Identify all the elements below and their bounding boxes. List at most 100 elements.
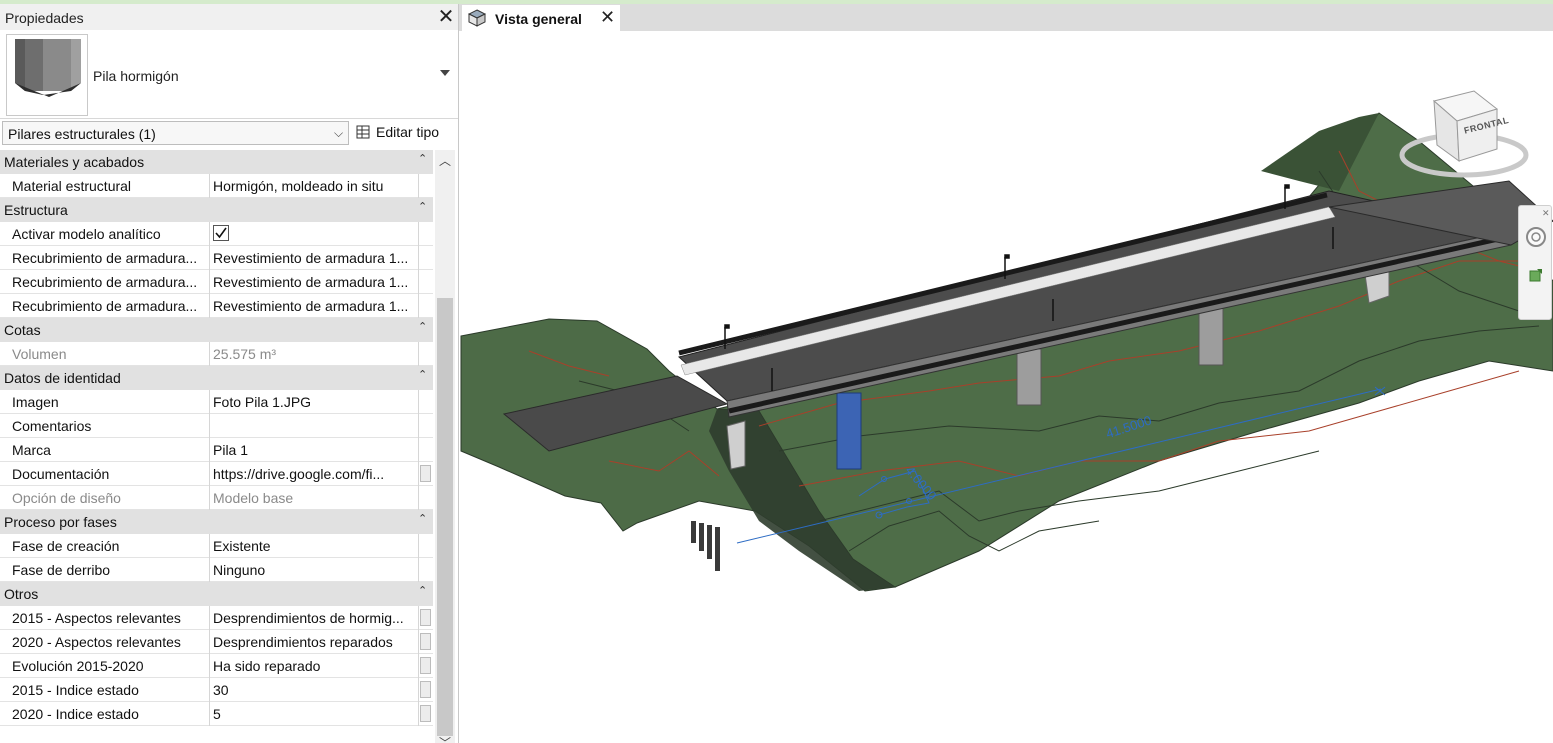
ellipsis-button[interactable]	[420, 705, 431, 722]
property-value[interactable]: 5	[213, 706, 418, 722]
ellipsis-button[interactable]	[420, 633, 431, 650]
type-dropdown-arrow-icon[interactable]	[440, 70, 450, 76]
collapse-icon[interactable]: ⌃	[418, 512, 427, 525]
property-row[interactable]: Recubrimiento de armadura... Revestimient…	[0, 270, 433, 294]
column-divider	[209, 294, 210, 318]
property-value[interactable]: 25.575 m³	[213, 346, 418, 362]
property-value[interactable]: Revestimiento de armadura 1...	[213, 274, 418, 290]
property-value[interactable]: Foto Pila 1.JPG	[213, 394, 418, 410]
property-value[interactable]: Pila 1	[213, 442, 418, 458]
section-title: Estructura	[4, 202, 68, 218]
property-row[interactable]: Volumen 25.575 m³	[0, 342, 433, 366]
property-value[interactable]: Hormigón, moldeado in situ	[213, 178, 418, 194]
property-row[interactable]: Fase de derribo Ninguno	[0, 558, 433, 582]
ellipsis-button[interactable]	[420, 465, 431, 482]
collapse-icon[interactable]: ⌃	[418, 200, 427, 213]
property-value[interactable]: Ha sido reparado	[213, 658, 418, 674]
property-row[interactable]: Marca Pila 1	[0, 438, 433, 462]
property-name: Imagen	[12, 394, 59, 410]
ellipsis-button[interactable]	[420, 609, 431, 626]
section-header[interactable]: Cotas ⌃	[0, 318, 433, 342]
properties-scrollbar[interactable]: ︿ ﹀	[435, 150, 455, 743]
property-name: Documentación	[12, 466, 110, 482]
property-row[interactable]: 2015 - Aspectos relevantes Desprendimient…	[0, 606, 433, 630]
scroll-up-icon[interactable]: ︿	[439, 152, 451, 169]
column-divider	[209, 174, 210, 198]
property-value[interactable]: Desprendimientos reparados	[213, 634, 418, 650]
property-row[interactable]: Recubrimiento de armadura... Revestimient…	[0, 246, 433, 270]
selected-pier	[836, 392, 862, 470]
property-row[interactable]: Material estructural Hormigón, moldeado i…	[0, 174, 433, 198]
column-divider	[209, 606, 210, 630]
property-row[interactable]: Evolución 2015-2020 Ha sido reparado	[0, 654, 433, 678]
property-row[interactable]: Activar modelo analítico	[0, 222, 433, 246]
bridge-3d-model[interactable]	[459, 31, 1553, 743]
close-properties-icon[interactable]: ✕	[436, 7, 456, 27]
ellipsis-button[interactable]	[420, 657, 431, 674]
property-row[interactable]: 2020 - Indice estado 5	[0, 702, 433, 726]
property-row[interactable]: Documentación https://drive.google.com/fi…	[0, 462, 433, 486]
property-value[interactable]: Ninguno	[213, 562, 418, 578]
3d-view-canvas[interactable]: 41.5000 4.0000 FRONTAL ✕	[459, 31, 1553, 743]
property-name: 2015 - Indice estado	[12, 682, 139, 698]
property-row[interactable]: 2020 - Aspectos relevantes Desprendimient…	[0, 630, 433, 654]
tab-vista-general[interactable]: Vista general ✕	[462, 5, 620, 31]
collapse-icon[interactable]: ⌃	[418, 584, 427, 597]
property-row[interactable]: 2015 - Indice estado 30	[0, 678, 433, 702]
pan-icon[interactable]	[1529, 268, 1543, 282]
collapse-icon[interactable]: ⌃	[418, 152, 427, 165]
property-name: Recubrimiento de armadura...	[12, 298, 198, 314]
section-header[interactable]: Otros ⌃	[0, 582, 433, 606]
type-name: Pila hormigón	[93, 68, 179, 84]
checkbox-checked-icon[interactable]	[213, 225, 229, 241]
column-divider	[209, 702, 210, 726]
property-row[interactable]: Comentarios	[0, 414, 433, 438]
instance-filter-select[interactable]: Pilares estructurales (1) ⌵	[2, 121, 349, 145]
close-tab-icon[interactable]: ✕	[600, 7, 615, 27]
ellipsis-button[interactable]	[420, 681, 431, 698]
property-name: 2015 - Aspectos relevantes	[12, 610, 181, 626]
column-divider	[418, 390, 419, 414]
section-title: Proceso por fases	[4, 514, 117, 530]
property-value[interactable]: https://drive.google.com/fi...	[213, 466, 418, 482]
type-thumbnail	[6, 34, 88, 116]
scroll-down-icon[interactable]: ﹀	[439, 734, 451, 743]
column-divider	[418, 414, 419, 438]
steering-wheel-icon[interactable]	[1525, 226, 1547, 248]
scroll-thumb[interactable]	[437, 298, 453, 736]
property-value[interactable]: Desprendimientos de hormig...	[213, 610, 418, 626]
column-divider	[209, 222, 210, 246]
property-row[interactable]: Recubrimiento de armadura... Revestimient…	[0, 294, 433, 318]
property-value[interactable]: Revestimiento de armadura 1...	[213, 250, 418, 266]
property-name: Activar modelo analítico	[12, 226, 161, 242]
section-title: Datos de identidad	[4, 370, 121, 386]
collapse-icon[interactable]: ⌃	[418, 320, 427, 333]
instance-filter-label: Pilares estructurales (1)	[8, 126, 156, 142]
navigation-bar[interactable]: ✕	[1518, 205, 1552, 320]
property-row[interactable]: Opción de diseño Modelo base	[0, 486, 433, 510]
property-value[interactable]: Modelo base	[213, 490, 418, 506]
property-name: Fase de derribo	[12, 562, 111, 578]
section-header[interactable]: Proceso por fases ⌃	[0, 510, 433, 534]
property-value[interactable]: Revestimiento de armadura 1...	[213, 298, 418, 314]
edit-type-button[interactable]: Editar tipo	[354, 122, 454, 144]
properties-title: Propiedades	[5, 10, 84, 26]
property-row[interactable]: Imagen Foto Pila 1.JPG	[0, 390, 433, 414]
column-divider	[209, 414, 210, 438]
chevron-down-icon: ⌵	[334, 126, 344, 140]
viewcube-icon[interactable]	[1399, 89, 1529, 189]
property-name: Recubrimiento de armadura...	[12, 274, 198, 290]
section-header[interactable]: Estructura ⌃	[0, 198, 433, 222]
section-header[interactable]: Datos de identidad ⌃	[0, 366, 433, 390]
collapse-icon[interactable]: ⌃	[418, 368, 427, 381]
column-divider	[418, 702, 419, 726]
section-header[interactable]: Materiales y acabados ⌃	[0, 150, 433, 174]
type-selector[interactable]: Pila hormigón	[0, 30, 458, 119]
filter-bar: Pilares estructurales (1) ⌵ Editar tipo	[0, 121, 458, 147]
property-value[interactable]: 30	[213, 682, 418, 698]
property-row[interactable]: Fase de creación Existente	[0, 534, 433, 558]
navbar-close-icon[interactable]: ✕	[1542, 208, 1550, 219]
property-name: Opción de diseño	[12, 490, 121, 506]
property-value[interactable]: Existente	[213, 538, 418, 554]
view-tab-label: Vista general	[495, 11, 582, 27]
